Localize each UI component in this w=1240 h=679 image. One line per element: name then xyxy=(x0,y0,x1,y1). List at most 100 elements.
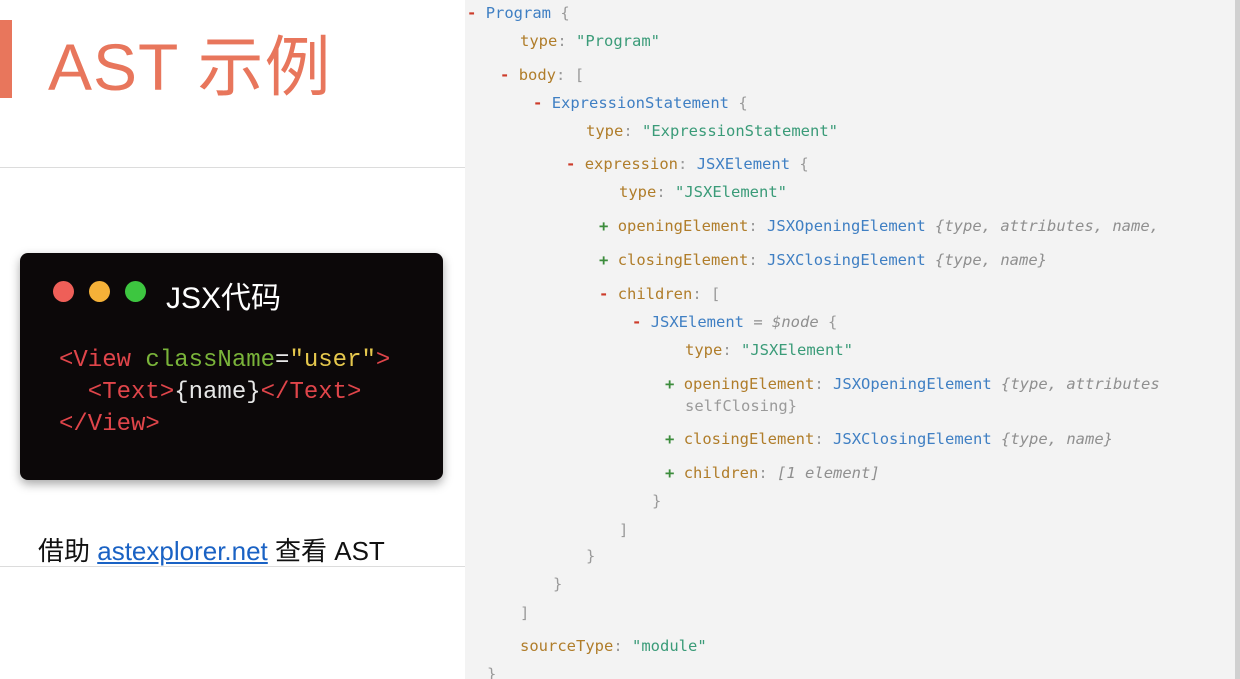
divider xyxy=(0,167,465,168)
scrollbar[interactable] xyxy=(1235,0,1240,679)
collapse-icon[interactable]: - xyxy=(566,155,575,173)
ast-key: ExpressionStatement xyxy=(551,94,729,112)
expand-icon[interactable]: + xyxy=(665,375,674,393)
ast-bracket: } xyxy=(487,665,497,679)
ast-colon: : xyxy=(758,464,768,482)
ast-key: openingElement xyxy=(683,375,815,393)
ast-alias: = $node xyxy=(753,313,819,331)
ast-node-line[interactable]: - Program { xyxy=(467,4,570,22)
ast-key: type xyxy=(685,341,723,359)
collapse-icon[interactable]: - xyxy=(500,66,509,84)
ast-node-line: } xyxy=(487,665,496,679)
ast-node-line[interactable]: + closingElement: JSXClosingElement {typ… xyxy=(599,251,1047,269)
collapse-icon[interactable]: - xyxy=(599,285,608,303)
code-token: <Text> xyxy=(59,379,175,406)
code-card: JSX代码 <View className="user"> <Text>{nam… xyxy=(20,253,443,480)
ast-node-line[interactable]: - body: [ xyxy=(500,66,584,84)
ast-key: children xyxy=(683,464,759,482)
ast-bracket: [ xyxy=(574,66,585,84)
ast-key: openingElement xyxy=(617,217,749,235)
ast-bracket: ] xyxy=(619,521,629,539)
ast-string-value: "JSXElement" xyxy=(675,183,787,201)
ast-colon: : xyxy=(814,375,824,393)
ast-summary: [1 element] xyxy=(777,464,880,482)
ast-node-type: JSXOpeningElement xyxy=(767,217,926,235)
caption-prefix: 借助 xyxy=(38,536,98,566)
collapse-icon[interactable]: - xyxy=(632,313,641,331)
expand-icon[interactable]: + xyxy=(599,251,608,269)
code-token: {name} xyxy=(174,379,261,406)
ast-node-line: selfClosing} xyxy=(685,397,797,415)
code-token: > xyxy=(375,347,391,374)
ast-bracket: ] xyxy=(520,604,530,622)
ast-bracket: } xyxy=(586,547,596,565)
close-dot-icon xyxy=(53,281,74,302)
ast-summary: {type, attributes, name, xyxy=(935,217,1159,235)
ast-node-line[interactable]: + openingElement: JSXOpeningElement {typ… xyxy=(665,375,1160,393)
ast-colon: : xyxy=(678,155,688,173)
ast-node-line[interactable]: + closingElement: JSXClosingElement {typ… xyxy=(665,430,1113,448)
ast-node-line[interactable]: + openingElement: JSXOpeningElement {typ… xyxy=(599,217,1159,235)
code-token: "user" xyxy=(289,347,376,374)
code-token: <View xyxy=(59,347,146,374)
expand-icon[interactable]: + xyxy=(599,217,608,235)
ast-node-type: JSXClosingElement xyxy=(767,251,926,269)
ast-key: type xyxy=(520,32,558,50)
code-line: </View> xyxy=(59,409,390,441)
ast-node-line: type: "JSXElement" xyxy=(685,341,853,359)
ast-node-line: } xyxy=(553,575,562,593)
jsx-code-block: <View className="user"> <Text>{name}</Te… xyxy=(59,345,390,441)
ast-colon: : xyxy=(556,66,566,84)
ast-key: JSXElement xyxy=(650,313,745,331)
collapse-icon[interactable]: - xyxy=(467,4,476,22)
code-token: = xyxy=(275,347,290,374)
ast-node-line[interactable]: - expression: JSXElement { xyxy=(566,155,809,173)
code-card-title: JSX代码 xyxy=(166,282,282,315)
ast-bracket: [ xyxy=(711,285,721,303)
astexplorer-link[interactable]: astexplorer.net xyxy=(97,536,268,566)
ast-key: closingElement xyxy=(683,430,815,448)
ast-bracket: } xyxy=(553,575,563,593)
ast-bracket: { xyxy=(799,155,809,173)
ast-node-line: ] xyxy=(520,604,529,622)
ast-node-line[interactable]: - JSXElement = $node { xyxy=(632,313,837,331)
ast-bracket: { xyxy=(828,313,838,331)
maximize-dot-icon xyxy=(125,281,146,302)
ast-string-value: "JSXElement" xyxy=(741,341,853,359)
ast-node-type: JSXClosingElement xyxy=(833,430,992,448)
divider-bottom xyxy=(0,566,465,567)
ast-node-line: type: "JSXElement" xyxy=(619,183,787,201)
ast-key: sourceType xyxy=(520,637,614,655)
ast-colon: : xyxy=(656,183,666,201)
ast-summary: {type, name} xyxy=(1001,430,1113,448)
expand-icon[interactable]: + xyxy=(665,430,674,448)
ast-bracket: selfClosing} xyxy=(685,397,797,415)
slide-title: AST 示例 xyxy=(48,30,332,104)
ast-bracket: } xyxy=(652,492,662,510)
code-token: </View> xyxy=(59,411,160,438)
ast-node-line[interactable]: - children: [ xyxy=(599,285,720,303)
expand-icon[interactable]: + xyxy=(665,464,674,482)
ast-key: expression xyxy=(584,155,679,173)
ast-node-line: type: "Program" xyxy=(520,32,660,50)
minimize-dot-icon xyxy=(89,281,110,302)
ast-node-line: } xyxy=(652,492,661,510)
ast-node-line[interactable]: - ExpressionStatement { xyxy=(533,94,748,112)
ast-key: body xyxy=(518,66,557,84)
ast-colon: : xyxy=(613,637,623,655)
caption-suffix: 查看 AST xyxy=(267,536,385,566)
ast-tree-panel: - Program {type: "Program" - body: [- Exp… xyxy=(465,0,1235,679)
code-token: </Text> xyxy=(260,379,362,406)
ast-string-value: "ExpressionStatement" xyxy=(642,122,838,140)
collapse-icon[interactable]: - xyxy=(533,94,542,112)
ast-key: closingElement xyxy=(617,251,749,269)
ast-summary: {type, name} xyxy=(935,251,1047,269)
ast-string-value: "module" xyxy=(632,637,707,655)
ast-colon: : xyxy=(748,251,758,269)
ast-summary: {type, attributes xyxy=(1001,375,1160,393)
slide-panel: AST 示例 JSX代码 <View className="user"> <Te… xyxy=(0,0,465,679)
ast-node-line[interactable]: + children: [1 element] xyxy=(665,464,880,482)
ast-colon: : xyxy=(623,122,633,140)
ast-string-value: "Program" xyxy=(576,32,661,50)
code-line: <Text>{name}</Text> xyxy=(59,377,390,409)
